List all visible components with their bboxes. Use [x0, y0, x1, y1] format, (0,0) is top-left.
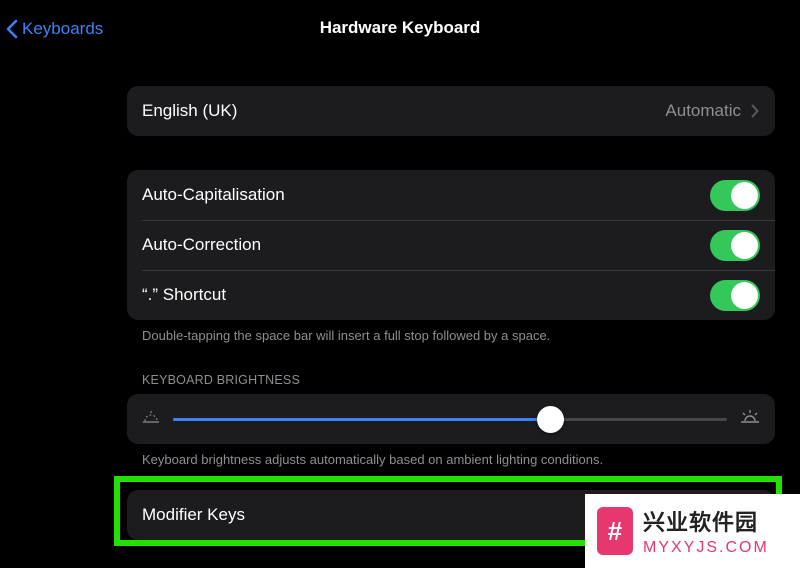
typing-options-group: Auto-Capitalisation Auto-Correction “.” … [127, 170, 775, 320]
watermark: # 兴业软件园 MYXYJS.COM [585, 494, 800, 568]
brightness-low-icon [143, 411, 159, 423]
chevron-right-icon [751, 104, 759, 118]
auto-correction-toggle[interactable] [710, 230, 760, 261]
toggle-knob [731, 182, 758, 209]
brightness-footnote: Keyboard brightness adjusts automaticall… [142, 452, 604, 467]
auto-capitalisation-label: Auto-Capitalisation [142, 185, 285, 204]
language-value: Automatic [665, 86, 759, 136]
period-shortcut-label: “.” Shortcut [142, 285, 227, 304]
brightness-slider-fill [173, 418, 550, 421]
brightness-group [127, 394, 775, 444]
language-value-text: Automatic [665, 101, 741, 120]
brightness-slider[interactable] [173, 406, 727, 433]
page-title: Hardware Keyboard [319, 18, 481, 37]
brightness-high-icon [741, 410, 759, 423]
period-shortcut-row: “.” Shortcut [127, 270, 775, 320]
brightness-slider-thumb[interactable] [536, 406, 564, 433]
toggle-knob [731, 232, 758, 259]
watermark-en-text: MYXYJS.COM [643, 539, 769, 556]
watermark-text: 兴业软件园 MYXYJS.COM [643, 505, 769, 557]
auto-capitalisation-row: Auto-Capitalisation [127, 170, 775, 220]
shortcut-footnote: Double-tapping the space bar will insert… [142, 328, 551, 343]
language-label: English (UK) [142, 101, 238, 120]
auto-correction-label: Auto-Correction [142, 235, 262, 254]
auto-capitalisation-toggle[interactable] [710, 180, 760, 211]
watermark-logo: # [597, 507, 633, 555]
auto-correction-row: Auto-Correction [127, 220, 775, 270]
brightness-slider-row [127, 394, 775, 444]
language-row[interactable]: English (UK) Automatic [127, 86, 775, 136]
toggle-knob [731, 282, 758, 309]
period-shortcut-toggle[interactable] [710, 280, 760, 311]
brightness-section-header: KEYBOARD BRIGHTNESS [142, 373, 300, 387]
watermark-cn-text: 兴业软件园 [643, 510, 759, 535]
language-group: English (UK) Automatic [127, 86, 775, 136]
